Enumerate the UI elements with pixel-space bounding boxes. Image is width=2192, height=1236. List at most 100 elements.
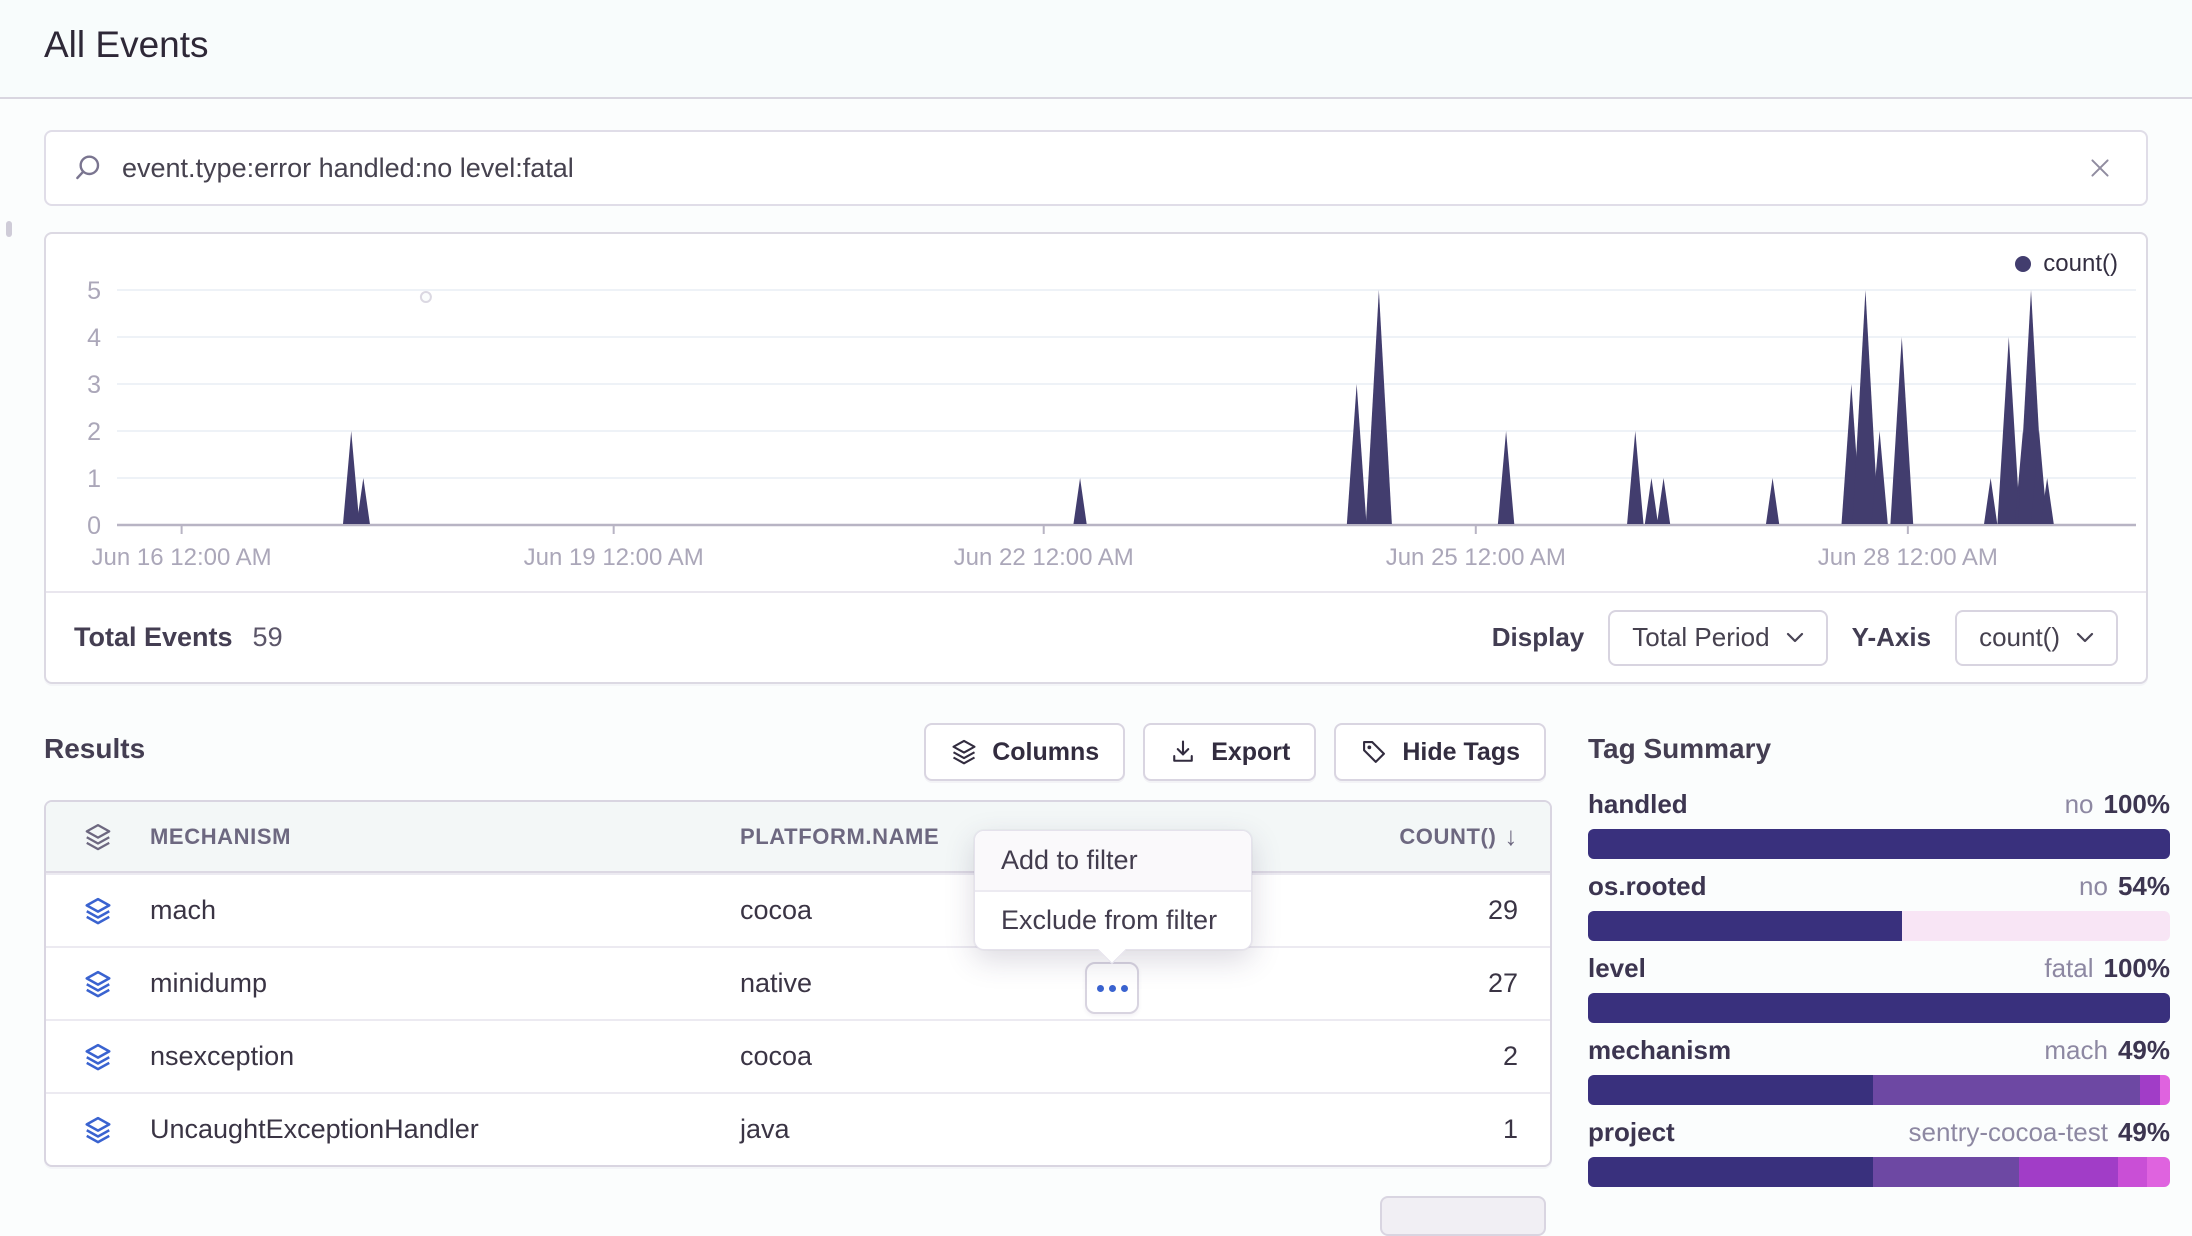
display-label: Display (1492, 622, 1585, 653)
panel-resize-handle (6, 221, 12, 237)
svg-text:0: 0 (87, 512, 101, 540)
legend-dot-icon (2015, 256, 2031, 272)
svg-text:Jun 28 12:00 AM: Jun 28 12:00 AM (1818, 544, 1998, 571)
cell-mechanism: UncaughtExceptionHandler (150, 1114, 740, 1145)
display-select[interactable]: Total Period (1608, 610, 1827, 666)
table-row[interactable]: nsexception cocoa 2 (46, 1019, 1550, 1092)
cell-platform: cocoa (740, 1041, 1320, 1072)
menu-item-add-to-filter[interactable]: Add to filter (975, 831, 1251, 890)
tag-top-value: no (2079, 871, 2108, 902)
tag-distribution-bar[interactable] (1588, 1075, 2170, 1105)
stack-icon (950, 738, 978, 766)
table-header-row: MECHANISM PLATFORM.NAME COUNT() ↓ (46, 802, 1550, 873)
results-table: MECHANISM PLATFORM.NAME COUNT() ↓ mach c… (44, 800, 1552, 1167)
cell-count: 29 (1320, 895, 1550, 926)
search-bar[interactable] (44, 130, 2148, 206)
tag-name: project (1588, 1117, 1675, 1148)
tag-item-level: level fatal 100% (1588, 953, 2170, 1023)
pagination-buttons[interactable] (1380, 1196, 1546, 1236)
total-events-label: Total Events (74, 622, 233, 653)
svg-text:Jun 25 12:00 AM: Jun 25 12:00 AM (1386, 544, 1566, 571)
tag-name: level (1588, 953, 1646, 984)
column-header-mechanism[interactable]: MECHANISM (150, 824, 740, 850)
tag-percent: 100% (2104, 789, 2171, 820)
yaxis-select-value: count() (1979, 622, 2060, 653)
total-events-value: 59 (253, 622, 283, 653)
tag-icon (1360, 738, 1388, 766)
legend-label: count() (2043, 250, 2118, 278)
close-icon[interactable] (2080, 148, 2120, 188)
columns-button-label: Columns (992, 738, 1099, 767)
page-title: All Events (44, 24, 209, 66)
tag-top-value: sentry-cocoa-test (1909, 1117, 2108, 1148)
column-header-count[interactable]: COUNT() ↓ (1320, 821, 1550, 852)
table-row[interactable]: minidump native 27 (46, 946, 1550, 1019)
sort-descending-icon: ↓ (1504, 821, 1518, 852)
display-select-value: Total Period (1632, 622, 1769, 653)
export-button-label: Export (1211, 738, 1290, 767)
tag-name: os.rooted (1588, 871, 1706, 902)
table-row[interactable]: UncaughtExceptionHandler java 1 (46, 1092, 1550, 1165)
stack-icon (46, 969, 150, 999)
export-button[interactable]: Export (1143, 723, 1316, 781)
tag-top-value: fatal (2044, 953, 2093, 984)
tag-summary-panel: Tag Summary handled no 100% os.rooted no… (1588, 733, 2170, 1187)
hide-tags-button-label: Hide Tags (1402, 738, 1520, 767)
cell-count: 2 (1320, 1041, 1550, 1072)
tag-item-os-rooted: os.rooted no 54% (1588, 871, 2170, 941)
svg-text:Jun 22 12:00 AM: Jun 22 12:00 AM (954, 544, 1134, 571)
stack-icon (46, 1042, 150, 1072)
tag-top-value: no (2065, 789, 2094, 820)
stack-icon[interactable] (46, 822, 150, 852)
tag-top-value: mach (2044, 1035, 2108, 1066)
yaxis-select[interactable]: count() (1955, 610, 2118, 666)
svg-text:Jun 19 12:00 AM: Jun 19 12:00 AM (524, 544, 704, 571)
cell-count: 27 (1320, 968, 1550, 999)
tag-percent: 49% (2118, 1035, 2170, 1066)
cell-action-menu: Add to filter Exclude from filter (974, 830, 1252, 950)
tag-distribution-bar[interactable] (1588, 993, 2170, 1023)
tag-item-mechanism: mechanism mach 49% (1588, 1035, 2170, 1105)
tag-name: handled (1588, 789, 1688, 820)
cell-platform: java (740, 1114, 1320, 1145)
cell-mechanism: mach (150, 895, 740, 926)
search-input[interactable] (122, 153, 2062, 184)
svg-text:4: 4 (87, 324, 101, 352)
hide-tags-button[interactable]: Hide Tags (1334, 723, 1546, 781)
download-icon (1169, 738, 1197, 766)
yaxis-label: Y-Axis (1852, 622, 1932, 653)
tag-percent: 54% (2118, 871, 2170, 902)
stack-icon (46, 1115, 150, 1145)
tag-percent: 49% (2118, 1117, 2170, 1148)
tag-percent: 100% (2104, 953, 2171, 984)
tag-summary-heading: Tag Summary (1588, 733, 2170, 765)
svg-text:1: 1 (87, 465, 101, 493)
results-toolbar: Columns Export Hide Tags (924, 723, 1546, 781)
cell-count: 1 (1320, 1114, 1550, 1145)
chart-footer: Total Events 59 Display Total Period Y-A… (46, 591, 2146, 682)
tag-item-project: project sentry-cocoa-test 49% (1588, 1117, 2170, 1187)
tag-distribution-bar[interactable] (1588, 1157, 2170, 1187)
svg-text:Jun 16 12:00 AM: Jun 16 12:00 AM (92, 544, 272, 571)
app-header: All Events (0, 0, 2192, 99)
cell-mechanism: nsexception (150, 1041, 740, 1072)
chevron-down-icon (2076, 632, 2094, 643)
tag-distribution-bar[interactable] (1588, 911, 2170, 941)
columns-button[interactable]: Columns (924, 723, 1125, 781)
tag-item-handled: handled no 100% (1588, 789, 2170, 859)
row-actions-ellipsis-button[interactable] (1085, 962, 1139, 1014)
events-chart-panel: count() 0 1 2 3 4 5 Jun 16 12:00 AM Jun 19 12:0… (44, 232, 2148, 684)
tag-distribution-bar[interactable] (1588, 829, 2170, 859)
stack-icon (46, 896, 150, 926)
cell-mechanism: minidump (150, 968, 740, 999)
events-time-series-chart: 0 1 2 3 4 5 Jun 16 12:00 AM Jun 19 12:00 AM Jun … (46, 234, 2146, 582)
cell-platform: native (740, 968, 1320, 999)
table-row[interactable]: mach cocoa 29 (46, 873, 1550, 946)
tag-name: mechanism (1588, 1035, 1731, 1066)
svg-text:3: 3 (87, 371, 101, 399)
svg-text:2: 2 (87, 418, 101, 446)
svg-text:5: 5 (87, 277, 101, 305)
ellipsis-icon (1097, 985, 1104, 992)
chart-legend-item[interactable]: count() (2015, 250, 2118, 278)
search-icon (72, 152, 104, 184)
